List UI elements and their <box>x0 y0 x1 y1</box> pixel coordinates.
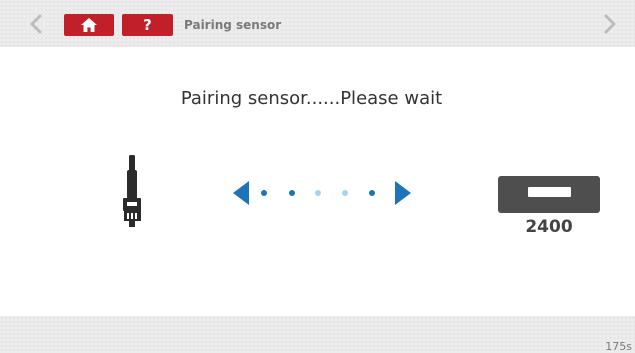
device-value: 2400 <box>525 217 573 237</box>
home-button[interactable] <box>64 14 114 36</box>
chevron-right-icon[interactable] <box>602 12 618 36</box>
countdown-timer: 175s <box>605 340 632 353</box>
arrow-right-icon <box>395 181 411 209</box>
pairing-screen: ? Pairing sensor Pairing sensor......Ple… <box>0 0 635 353</box>
help-icon: ? <box>143 15 152 34</box>
pairing-progress <box>233 179 411 207</box>
help-button[interactable]: ? <box>122 14 173 36</box>
arrow-left-icon <box>233 181 249 209</box>
device-slot <box>528 187 571 197</box>
progress-dot <box>315 190 321 196</box>
chevron-left-icon[interactable] <box>28 12 44 36</box>
status-message: Pairing sensor......Please wait <box>180 88 443 109</box>
tpms-sensor-icon <box>118 155 148 231</box>
progress-dot <box>369 190 375 196</box>
progress-dot <box>261 190 267 196</box>
progress-dot <box>342 190 348 196</box>
home-icon <box>81 18 97 32</box>
progress-dot <box>289 190 295 196</box>
bottom-bar <box>0 316 635 353</box>
page-title: Pairing sensor <box>184 18 282 32</box>
top-bar: ? Pairing sensor <box>0 0 635 47</box>
receiver-device-icon <box>498 176 600 213</box>
